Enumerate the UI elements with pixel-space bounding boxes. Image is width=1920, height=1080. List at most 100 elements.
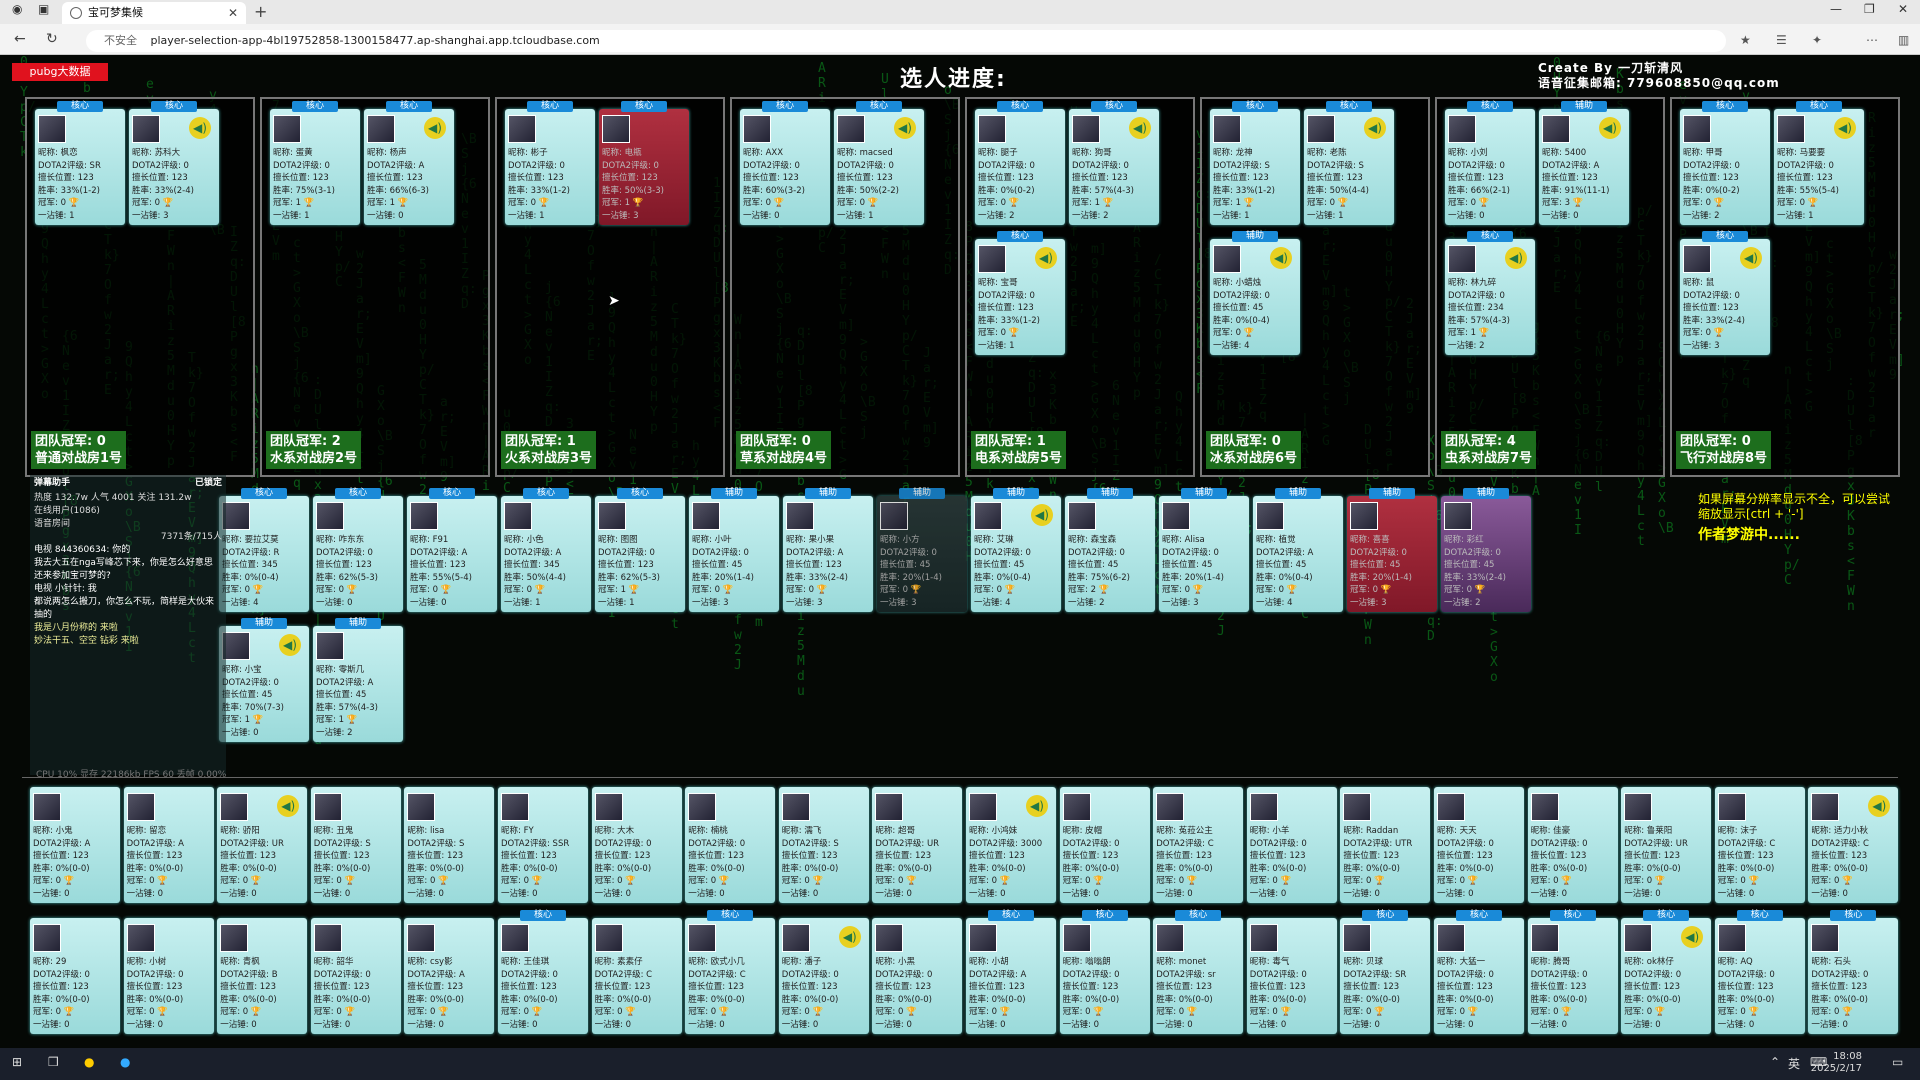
speaker-icon[interactable]: ◀): [838, 926, 861, 948]
player-card[interactable]: 辅助 ◀) 昵称: 艾琳 DOTA2评级: 0 擅长位置: 45 胜率: 0%(0-4) 冠…: [971, 488, 1061, 612]
player-card[interactable]: 核心 昵称: 腾哥 DOTA2评级: 0 擅长位置: 123 胜率: 0%(0-0) 冠军…: [1527, 910, 1618, 1034]
speaker-icon[interactable]: ◀): [1834, 117, 1856, 139]
speaker-icon[interactable]: ◀): [1868, 795, 1891, 817]
player-card[interactable]: 昵称: 小羊 DOTA2评级: 0 擅长位置: 123 胜率: 0%(0-0) 冠军: …: [1246, 787, 1337, 903]
speaker-icon[interactable]: ◀): [1681, 926, 1704, 948]
player-card[interactable]: 核心 ◀) 昵称: 老陈 DOTA2评级: S 擅长位置: 123 胜率: 50%(4-4…: [1304, 101, 1394, 225]
player-card[interactable]: 昵称: 菟菈公主 DOTA2评级: C 擅长位置: 123 胜率: 0%(0-0) 冠军…: [1153, 787, 1244, 903]
player-card[interactable]: ◀) 昵称: 适力小秋 DOTA2评级: C 擅长位置: 123 胜率: 0%(0-0)…: [1808, 787, 1899, 903]
player-card[interactable]: 辅助 ◀) 昵称: 小蜡烛 DOTA2评级: 0 擅长位置: 45 胜率: 0%(0-4)…: [1210, 231, 1300, 355]
player-card[interactable]: 核心 昵称: 小胡 DOTA2评级: A 擅长位置: 123 胜率: 0%(0-0) 冠军…: [966, 910, 1056, 1034]
player-card[interactable]: 昵称: csy影 DOTA2评级: A 擅长位置: 123 胜率: 0%(0-0) 冠军…: [404, 918, 495, 1034]
player-card[interactable]: 核心 昵称: 要拉艾莫 DOTA2评级: R 擅长位置: 345 胜率: 0%(0-4)…: [219, 488, 309, 612]
app-icon[interactable]: ●: [84, 1055, 94, 1069]
player-card[interactable]: 昵称: 29 DOTA2评级: 0 擅长位置: 123 胜率: 0%(0-0) 冠军: …: [30, 918, 120, 1034]
player-card[interactable]: 昵称: 韶华 DOTA2评级: 0 擅长位置: 123 胜率: 0%(0-0) 冠军: …: [310, 918, 401, 1034]
player-card[interactable]: 辅助 昵称: 小方 DOTA2评级: 0 擅长位置: 45 胜率: 20%(1-4) 冠军…: [877, 488, 967, 612]
close-tab-icon[interactable]: ✕: [228, 2, 238, 24]
player-card[interactable]: 昵称: 小黑 DOTA2评级: 0 擅长位置: 123 胜率: 0%(0-0) 冠军: …: [872, 918, 963, 1034]
speaker-icon[interactable]: ◀): [279, 634, 301, 656]
player-card[interactable]: 核心 昵称: 嗡嗡朗 DOTA2评级: 0 擅长位置: 123 胜率: 0%(0-0) 冠…: [1059, 910, 1150, 1034]
player-card[interactable]: 辅助 昵称: 植觉 DOTA2评级: A 擅长位置: 45 胜率: 0%(0-4) 冠军:…: [1253, 488, 1343, 612]
player-card[interactable]: 辅助 ◀) 昵称: 5400 DOTA2评级: A 擅长位置: 123 胜率: 91%(1…: [1539, 101, 1629, 225]
player-card[interactable]: 昵称: 沫子 DOTA2评级: C 擅长位置: 123 胜率: 0%(0-0) 冠军: …: [1714, 787, 1805, 903]
player-card[interactable]: 昵称: 佳豪 DOTA2评级: 0 擅长位置: 123 胜率: 0%(0-0) 冠军: …: [1527, 787, 1618, 903]
speaker-icon[interactable]: ◀): [277, 795, 300, 817]
address-bar[interactable]: 不安全 player-selection-app-4bl19752858-130…: [86, 30, 1726, 52]
player-card[interactable]: 核心 昵称: 贝球 DOTA2评级: SR 擅长位置: 123 胜率: 0%(0-0) 冠…: [1340, 910, 1431, 1034]
player-card[interactable]: 核心 昵称: AQ DOTA2评级: 0 擅长位置: 123 胜率: 0%(0-0) 冠军…: [1714, 910, 1805, 1034]
player-card[interactable]: 核心 昵称: F91 DOTA2评级: A 擅长位置: 123 胜率: 55%(5-4)…: [407, 488, 497, 612]
speaker-icon[interactable]: ◀): [894, 117, 916, 139]
player-card[interactable]: 核心 昵称: 小刘 DOTA2评级: 0 擅长位置: 123 胜率: 66%(2-1) 冠…: [1445, 101, 1535, 225]
collections-icon[interactable]: ☰: [1776, 33, 1787, 47]
speaker-icon[interactable]: ◀): [1505, 247, 1527, 269]
speaker-icon[interactable]: ◀): [1270, 247, 1292, 269]
player-card[interactable]: 昵称: lisa DOTA2评级: S 擅长位置: 123 胜率: 0%(0-0) 冠军…: [404, 787, 495, 903]
more-icon[interactable]: ⋯: [1866, 33, 1878, 47]
player-card[interactable]: 昵称: 楠桃 DOTA2评级: 0 擅长位置: 123 胜率: 0%(0-0) 冠军: …: [685, 787, 776, 903]
player-card[interactable]: 昵称: FY DOTA2评级: SSR 擅长位置: 123 胜率: 0%(0-0) 冠军…: [498, 787, 588, 903]
player-card[interactable]: 核心 昵称: 小色 DOTA2评级: A 擅长位置: 345 胜率: 50%(4-4) 冠…: [501, 488, 591, 612]
speaker-icon[interactable]: ◀): [189, 117, 211, 139]
browser-tab[interactable]: 宝可梦集候 ✕: [62, 2, 246, 24]
player-card[interactable]: 昵称: 小鬼 DOTA2评级: A 擅长位置: 123 胜率: 0%(0-0) 冠军: …: [30, 787, 120, 903]
player-card[interactable]: 昵称: 天天 DOTA2评级: 0 擅长位置: 123 胜率: 0%(0-0) 冠军: …: [1434, 787, 1524, 903]
player-card[interactable]: 核心 昵称: 蛋黄 DOTA2评级: 0 擅长位置: 123 胜率: 75%(3-1) 冠…: [270, 101, 360, 225]
player-card[interactable]: 辅助 昵称: 喜喜 DOTA2评级: 0 擅长位置: 45 胜率: 20%(1-4) 冠军…: [1347, 488, 1437, 612]
clock[interactable]: 18:08 2025/2/17: [1811, 1051, 1862, 1075]
close-window-button[interactable]: ✕: [1898, 2, 1908, 16]
player-card[interactable]: 昵称: 毒气 DOTA2评级: 0 擅长位置: 123 胜率: 0%(0-0) 冠军: …: [1246, 918, 1337, 1034]
player-card[interactable]: 昵称: 青枫 DOTA2评级: B 擅长位置: 123 胜率: 0%(0-0) 冠军: …: [217, 918, 308, 1034]
player-card[interactable]: 核心 ◀) 昵称: 马要要 DOTA2评级: 0 擅长位置: 123 胜率: 55%(5-…: [1774, 101, 1864, 225]
player-card[interactable]: 核心 ◀) 昵称: 鼠 DOTA2评级: 0 擅长位置: 123 胜率: 33%(2-4)…: [1680, 231, 1770, 355]
player-card[interactable]: 昵称: 皮帽 DOTA2评级: 0 擅长位置: 123 胜率: 0%(0-0) 冠军: …: [1059, 787, 1150, 903]
player-card[interactable]: 核心 昵称: 甲哥 DOTA2评级: 0 擅长位置: 123 胜率: 0%(0-2) 冠军…: [1680, 101, 1770, 225]
player-card[interactable]: 昵称: 小树 DOTA2评级: 0 擅长位置: 123 胜率: 0%(0-0) 冠军: …: [123, 918, 214, 1034]
player-card[interactable]: 核心 昵称: 龙神 DOTA2评级: S 擅长位置: 123 胜率: 33%(1-2) 冠…: [1210, 101, 1300, 225]
pubg-button[interactable]: pubg大数据: [12, 63, 108, 81]
player-card[interactable]: 昵称: 超哥 DOTA2评级: UR 擅长位置: 123 胜率: 0%(0-0) 冠军:…: [872, 787, 963, 903]
task-view-icon[interactable]: ❒: [48, 1055, 59, 1069]
player-card[interactable]: 核心 昵称: 石头 DOTA2评级: 0 擅长位置: 123 胜率: 0%(0-0) 冠军…: [1808, 910, 1899, 1034]
speaker-icon[interactable]: ◀): [1599, 117, 1621, 139]
start-icon[interactable]: ⊞: [12, 1055, 22, 1069]
player-card[interactable]: 辅助 昵称: 果小果 DOTA2评级: A 擅长位置: 123 胜率: 33%(2-4)…: [783, 488, 873, 612]
speaker-icon[interactable]: ◀): [1031, 504, 1053, 526]
speaker-icon[interactable]: ◀): [1026, 795, 1048, 817]
lang-indicator[interactable]: 英: [1788, 1055, 1800, 1072]
player-card[interactable]: 核心 昵称: monet DOTA2评级: sr 擅长位置: 123 胜率: 0%(0-…: [1153, 910, 1244, 1034]
player-card[interactable]: ◀) 昵称: 小鸿妹 DOTA2评级: 3000 擅长位置: 123 胜率: 0%(0-…: [966, 787, 1056, 903]
speaker-icon[interactable]: ◀): [424, 117, 446, 139]
player-card[interactable]: ◀) 昵称: 潘子 DOTA2评级: 0 擅长位置: 123 胜率: 0%(0-0) 冠军…: [778, 918, 869, 1034]
player-card[interactable]: 昵称: 鲁莱阳 DOTA2评级: UR 擅长位置: 123 胜率: 0%(0-0) 冠军…: [1621, 787, 1712, 903]
player-card[interactable]: 辅助 昵称: 森宝森 DOTA2评级: 0 擅长位置: 45 胜率: 75%(6-2) 冠…: [1065, 488, 1155, 612]
minimize-button[interactable]: —: [1830, 2, 1842, 16]
player-card[interactable]: 核心 ◀) 昵称: ok林仔 DOTA2评级: 0 擅长位置: 123 胜率: 0%(0-…: [1621, 910, 1712, 1034]
player-card[interactable]: 核心 昵称: 彬子 DOTA2评级: 0 擅长位置: 123 胜率: 33%(1-2) 冠…: [505, 101, 595, 225]
player-card[interactable]: 昵称: 素素仔 DOTA2评级: C 擅长位置: 123 胜率: 0%(0-0) 冠军:…: [591, 918, 682, 1034]
player-card[interactable]: 辅助 昵称: 零斯几 DOTA2评级: A 擅长位置: 45 胜率: 57%(4-3) 冠…: [313, 618, 403, 742]
player-card[interactable]: 核心 ◀) 昵称: 狗哥 DOTA2评级: 0 擅长位置: 123 胜率: 57%(4-3…: [1069, 101, 1159, 225]
player-card[interactable]: ◀) 昵称: 骄阳 DOTA2评级: UR 擅长位置: 123 胜率: 0%(0-0) 冠…: [217, 787, 308, 903]
new-tab-button[interactable]: +: [254, 2, 267, 21]
speaker-icon[interactable]: ◀): [1035, 247, 1057, 269]
player-card[interactable]: 核心 昵称: 电瓶 DOTA2评级: 0 擅长位置: 123 胜率: 50%(3-3) 冠…: [599, 101, 689, 225]
edge-icon[interactable]: ●: [120, 1055, 130, 1069]
speaker-icon[interactable]: ◀): [1364, 117, 1386, 139]
sidebar-icon[interactable]: ▥: [1898, 33, 1909, 47]
player-card[interactable]: 昵称: 留恋 DOTA2评级: A 擅长位置: 123 胜率: 0%(0-0) 冠军: …: [123, 787, 214, 903]
player-card[interactable]: 核心 昵称: 咋东东 DOTA2评级: 0 擅长位置: 123 胜率: 62%(5-3)…: [313, 488, 403, 612]
player-card[interactable]: 辅助 昵称: Alisa DOTA2评级: 0 擅长位置: 45 胜率: 20%(1-4…: [1159, 488, 1249, 612]
player-card[interactable]: 核心 昵称: 王佳琪 DOTA2评级: 0 擅长位置: 123 胜率: 0%(0-0) 冠…: [498, 910, 588, 1034]
player-card[interactable]: 核心 ◀) 昵称: 林九碎 DOTA2评级: 0 擅长位置: 234 胜率: 57%(4-…: [1445, 231, 1535, 355]
notification-icon[interactable]: ▭: [1892, 1055, 1903, 1069]
player-card[interactable]: 核心 昵称: AXX DOTA2评级: 0 擅长位置: 123 胜率: 60%(3-2)…: [740, 101, 830, 225]
player-card[interactable]: 昵称: Raddan DOTA2评级: UTR 擅长位置: 123 胜率: 0%(0-…: [1340, 787, 1431, 903]
player-card[interactable]: 辅助 昵称: 小叶 DOTA2评级: 0 擅长位置: 45 胜率: 20%(1-4) 冠军…: [689, 488, 779, 612]
player-card[interactable]: 核心 昵称: 大猛一 DOTA2评级: 0 擅长位置: 123 胜率: 0%(0-0) 冠…: [1434, 910, 1524, 1034]
player-card[interactable]: 核心 ◀) 昵称: macsed DOTA2评级: 0 擅长位置: 123 胜率: 50%…: [834, 101, 924, 225]
tray-up-icon[interactable]: ⌃: [1770, 1055, 1780, 1069]
player-card[interactable]: 核心 昵称: 枫恋 DOTA2评级: SR 擅长位置: 123 胜率: 33%(1-2)…: [35, 101, 125, 225]
player-card[interactable]: 核心 ◀) 昵称: 杨声 DOTA2评级: A 擅长位置: 123 胜率: 66%(6-3…: [364, 101, 454, 225]
